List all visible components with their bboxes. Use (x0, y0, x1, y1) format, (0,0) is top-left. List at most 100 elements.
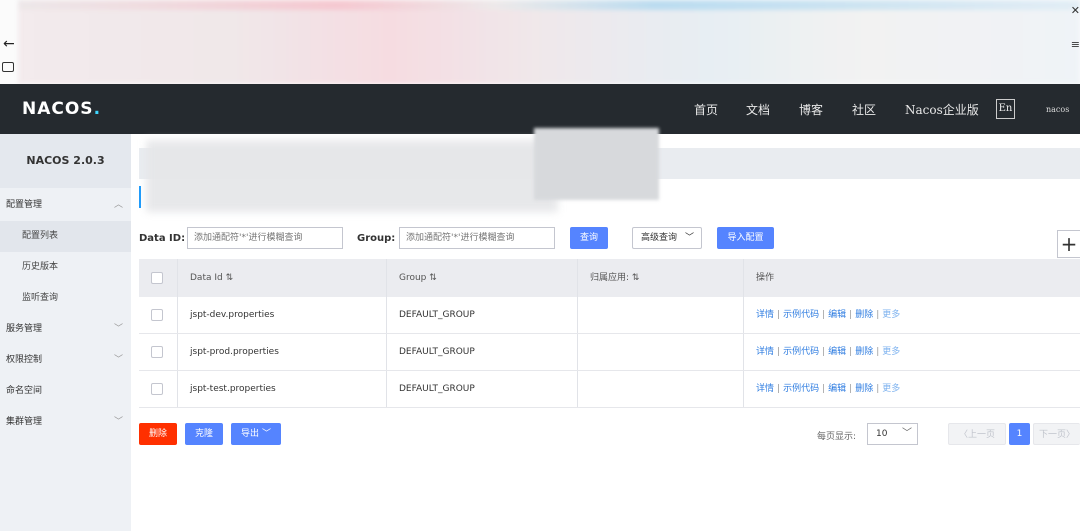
browser-chrome: ← ✕ ≡ (0, 0, 1080, 84)
chevron-down-icon: ﹀ (113, 417, 123, 427)
sort-icon[interactable]: ⇅ (429, 273, 437, 283)
chevron-up-icon: ︿ (113, 200, 123, 210)
chevron-down-icon: ﹀ (113, 355, 123, 365)
folder-icon[interactable] (2, 62, 14, 72)
sidebar-item-label: 集群管理 (6, 417, 43, 427)
add-config-button[interactable]: + (1057, 230, 1080, 258)
group-cell: DEFAULT_GROUP (399, 384, 475, 394)
batch-delete-button[interactable]: 删除 (139, 423, 177, 445)
chevron-down-icon: ﹀ (684, 233, 694, 243)
sidebar-item-label: 历史版本 (22, 262, 59, 272)
delete-link[interactable]: 删除 (855, 347, 873, 357)
sidebar-item-cluster-management[interactable]: 集群管理 ﹀ (0, 407, 131, 438)
column-header-app[interactable]: 归属应用: ⇅ (590, 259, 639, 297)
row-checkbox[interactable] (151, 383, 163, 395)
data-id-label: Data ID: (139, 233, 186, 244)
query-button[interactable]: 查询 (570, 227, 608, 249)
export-label: 导出 (241, 429, 260, 439)
sample-code-link[interactable]: 示例代码 (783, 310, 819, 320)
row-checkbox[interactable] (151, 309, 163, 321)
browser-tabs-blurred (18, 0, 1080, 84)
column-header-group[interactable]: Group ⇅ (399, 259, 437, 297)
sidebar-item-config-management[interactable]: 配置管理 ︿ (0, 190, 131, 221)
delete-link[interactable]: 删除 (855, 384, 873, 394)
detail-link[interactable]: 详情 (756, 384, 774, 394)
sidebar-item-service-management[interactable]: 服务管理 ﹀ (0, 314, 131, 345)
table-header: Data Id ⇅ Group ⇅ 归属应用: ⇅ 操作 (139, 259, 1080, 297)
export-button[interactable]: 导出 ﹀ (231, 423, 281, 445)
more-link[interactable]: 更多 (882, 310, 900, 320)
sort-icon[interactable]: ⇅ (226, 273, 234, 283)
advanced-query-label: 高级查询 (641, 233, 678, 243)
sidebar-item-config-list[interactable]: 配置列表 (0, 221, 131, 252)
next-page-label: 下一页 (1038, 430, 1066, 440)
sidebar-item-label: 权限控制 (6, 355, 43, 365)
current-page-button[interactable]: 1 (1009, 423, 1030, 445)
back-arrow-icon[interactable]: ← (3, 36, 15, 52)
sidebar-item-label: 监听查询 (22, 293, 59, 303)
sample-code-link[interactable]: 示例代码 (783, 384, 819, 394)
nav-enterprise[interactable]: Nacos企业版 (905, 101, 979, 118)
column-header-data-id[interactable]: Data Id ⇅ (190, 259, 233, 297)
language-switch-button[interactable]: En (996, 99, 1015, 119)
nav-blog[interactable]: 博客 (799, 101, 823, 118)
group-search-input[interactable] (399, 227, 555, 249)
chevron-right-icon: 〉 (1066, 430, 1076, 440)
sidebar: NACOS 2.0.3 配置管理 ︿ 配置列表 历史版本 监听查询 服务管理 ﹀… (0, 134, 131, 531)
table-row: jspt-prod.properties DEFAULT_GROUP 详情 | 示例… (139, 334, 1080, 371)
user-menu[interactable]: nacos (1046, 105, 1069, 114)
row-actions: 详情 | 示例代码 | 编辑 | 删除 | 更多 (756, 347, 901, 357)
group-label: Group: (357, 233, 396, 244)
group-cell: DEFAULT_GROUP (399, 347, 475, 357)
data-id-cell: jspt-test.properties (190, 384, 276, 394)
sidebar-item-label: 服务管理 (6, 324, 43, 334)
nav-home[interactable]: 首页 (694, 101, 718, 118)
title-accent-bar (139, 186, 141, 208)
edit-link[interactable]: 编辑 (828, 310, 846, 320)
edit-link[interactable]: 编辑 (828, 347, 846, 357)
group-cell: DEFAULT_GROUP (399, 310, 475, 320)
select-all-checkbox[interactable] (151, 272, 163, 284)
sidebar-item-label: 配置管理 (6, 200, 43, 210)
chevron-down-icon: ﹀ (113, 324, 123, 334)
sidebar-item-label: 命名空间 (6, 386, 43, 396)
nacos-logo[interactable]: NACOS. (22, 99, 101, 119)
data-id-cell: jspt-prod.properties (190, 347, 279, 357)
chevron-down-icon: ﹀ (902, 428, 912, 439)
detail-link[interactable]: 详情 (756, 310, 774, 320)
row-actions: 详情 | 示例代码 | 编辑 | 删除 | 更多 (756, 384, 901, 394)
sidebar-item-label: 配置列表 (22, 231, 59, 241)
sort-icon[interactable]: ⇅ (632, 273, 640, 283)
clone-button[interactable]: 克隆 (185, 423, 223, 445)
sidebar-item-namespace[interactable]: 命名空间 (0, 376, 131, 407)
next-page-button[interactable]: 下一页〉 (1033, 423, 1080, 445)
more-link[interactable]: 更多 (882, 384, 900, 394)
prev-page-button[interactable]: 〈上一页 (948, 423, 1006, 445)
sample-code-link[interactable]: 示例代码 (783, 347, 819, 357)
advanced-query-button[interactable]: 高级查询 ﹀ (632, 227, 702, 249)
more-link[interactable]: 更多 (882, 347, 900, 357)
sidebar-item-access-control[interactable]: 权限控制 ﹀ (0, 345, 131, 376)
page-size-value: 10 (876, 429, 888, 439)
close-icon[interactable]: ✕ (1071, 4, 1080, 17)
page-size-label: 每页显示: (817, 432, 857, 442)
import-config-button[interactable]: 导入配置 (717, 227, 774, 249)
data-id-cell: jspt-dev.properties (190, 310, 275, 320)
sidebar-item-history[interactable]: 历史版本 (0, 252, 131, 283)
row-actions: 详情 | 示例代码 | 编辑 | 删除 | 更多 (756, 310, 901, 320)
row-checkbox[interactable] (151, 346, 163, 358)
table-row: jspt-dev.properties DEFAULT_GROUP 详情 | 示例代… (139, 297, 1080, 334)
detail-link[interactable]: 详情 (756, 347, 774, 357)
delete-link[interactable]: 删除 (855, 310, 873, 320)
blurred-block (534, 128, 659, 200)
data-id-search-input[interactable] (187, 227, 343, 249)
nav-docs[interactable]: 文档 (746, 101, 770, 118)
prev-page-label: 上一页 (968, 430, 996, 440)
version-title: NACOS 2.0.3 (0, 134, 131, 188)
sidebar-item-listener-query[interactable]: 监听查询 (0, 283, 131, 314)
nav-community[interactable]: 社区 (852, 101, 876, 118)
menu-icon[interactable]: ≡ (1071, 38, 1080, 51)
page-size-select[interactable]: 10 ﹀ (867, 423, 918, 445)
edit-link[interactable]: 编辑 (828, 384, 846, 394)
blurred-title (146, 140, 558, 212)
